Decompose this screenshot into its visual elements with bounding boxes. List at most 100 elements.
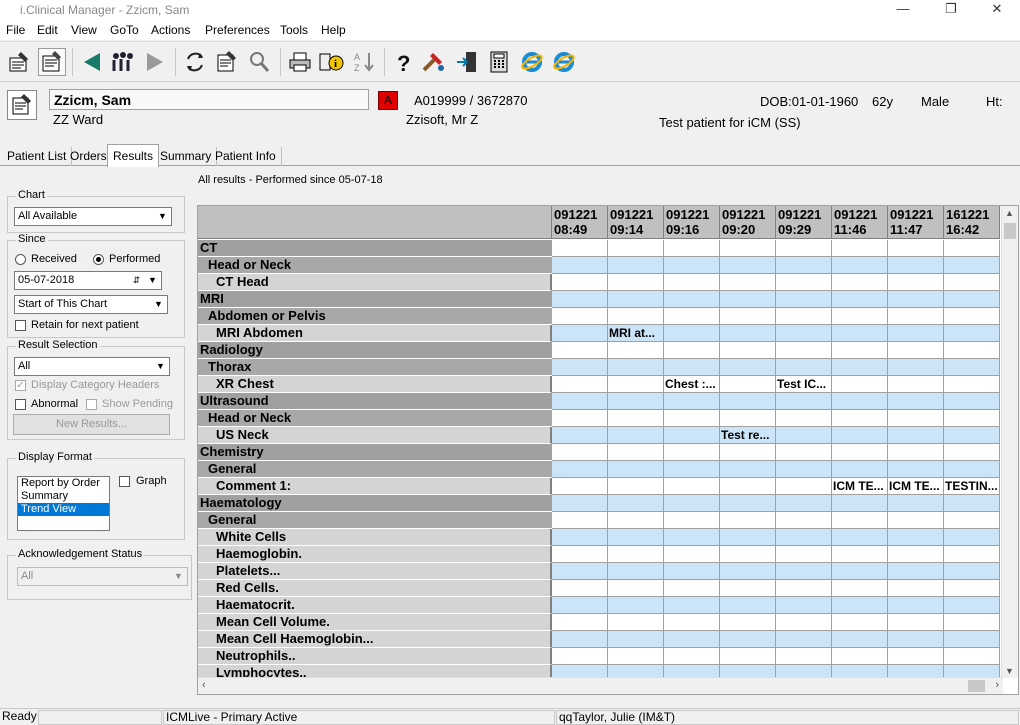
- result-cell[interactable]: [552, 410, 608, 427]
- result-cell[interactable]: [664, 529, 720, 546]
- result-cell[interactable]: [720, 257, 776, 274]
- result-cell[interactable]: [608, 291, 664, 308]
- result-cell[interactable]: [888, 342, 944, 359]
- result-cell[interactable]: Test re...: [720, 427, 776, 444]
- result-cell[interactable]: [608, 631, 664, 648]
- browser-icon[interactable]: [518, 48, 546, 76]
- result-cell[interactable]: [608, 393, 664, 410]
- result-cell[interactable]: [944, 580, 1000, 597]
- result-cell[interactable]: [664, 580, 720, 597]
- result-cell[interactable]: [776, 427, 832, 444]
- refresh-icon[interactable]: [181, 48, 209, 76]
- result-cell[interactable]: Test IC...: [776, 376, 832, 393]
- result-cell[interactable]: [608, 495, 664, 512]
- row-header[interactable]: Comment 1:: [198, 478, 552, 495]
- result-cell[interactable]: [888, 240, 944, 257]
- result-cell[interactable]: [832, 274, 888, 291]
- result-cell[interactable]: [944, 308, 1000, 325]
- result-cell[interactable]: [776, 359, 832, 376]
- menu-tools[interactable]: Tools: [280, 23, 308, 37]
- result-cell[interactable]: [944, 512, 1000, 529]
- scroll-right-icon[interactable]: ›: [995, 679, 999, 691]
- received-radio[interactable]: [15, 254, 26, 265]
- result-cell[interactable]: [608, 240, 664, 257]
- result-cell[interactable]: [888, 325, 944, 342]
- row-header[interactable]: Mean Cell Haemoglobin...: [198, 631, 552, 648]
- result-cell[interactable]: [888, 359, 944, 376]
- result-cell[interactable]: [552, 529, 608, 546]
- column-header[interactable]: 091221 11:47: [888, 206, 944, 239]
- result-cell[interactable]: [944, 427, 1000, 444]
- result-cell[interactable]: [552, 546, 608, 563]
- result-cell[interactable]: [608, 563, 664, 580]
- row-header[interactable]: Platelets...: [198, 563, 552, 580]
- result-cell[interactable]: [552, 580, 608, 597]
- result-cell[interactable]: [552, 512, 608, 529]
- row-header[interactable]: White Cells: [198, 529, 552, 546]
- minimize-button[interactable]: —: [880, 0, 926, 20]
- menu-help[interactable]: Help: [321, 23, 346, 37]
- result-cell[interactable]: [608, 512, 664, 529]
- group-icon[interactable]: [109, 48, 137, 76]
- result-cell[interactable]: [664, 393, 720, 410]
- row-header[interactable]: Neutrophils..: [198, 648, 552, 665]
- result-cell[interactable]: [832, 597, 888, 614]
- result-cell[interactable]: [552, 597, 608, 614]
- result-cell[interactable]: [608, 410, 664, 427]
- result-cell[interactable]: [608, 597, 664, 614]
- result-cell[interactable]: [944, 495, 1000, 512]
- alert-badge[interactable]: A: [378, 91, 398, 110]
- menu-actions[interactable]: Actions: [151, 23, 190, 37]
- chevron-down-icon[interactable]: ▼: [146, 274, 159, 287]
- result-cell[interactable]: [720, 631, 776, 648]
- result-cell[interactable]: [552, 376, 608, 393]
- result-cell[interactable]: [720, 512, 776, 529]
- row-header[interactable]: Head or Neck: [198, 410, 552, 427]
- patient-notes-icon[interactable]: [7, 90, 37, 120]
- result-cell[interactable]: [608, 648, 664, 665]
- row-header[interactable]: Haematology: [198, 495, 552, 512]
- result-cell[interactable]: [944, 648, 1000, 665]
- result-cell[interactable]: [720, 376, 776, 393]
- result-cell[interactable]: [832, 291, 888, 308]
- result-cell[interactable]: [776, 478, 832, 495]
- row-header[interactable]: MRI: [198, 291, 552, 308]
- result-cell[interactable]: [664, 359, 720, 376]
- restore-button[interactable]: ❐: [928, 0, 974, 20]
- result-cell[interactable]: [944, 529, 1000, 546]
- result-cell[interactable]: [776, 563, 832, 580]
- result-cell[interactable]: [944, 240, 1000, 257]
- performed-radio[interactable]: [93, 254, 104, 265]
- result-cell[interactable]: [832, 393, 888, 410]
- menu-view[interactable]: View: [71, 23, 97, 37]
- result-cell[interactable]: [664, 563, 720, 580]
- result-cell[interactable]: Chest :...: [664, 376, 720, 393]
- since-select[interactable]: Start of This Chart ▼: [14, 295, 168, 314]
- column-header[interactable]: 091221 09:29: [776, 206, 832, 239]
- result-cell[interactable]: [832, 529, 888, 546]
- result-cell[interactable]: [832, 427, 888, 444]
- forward-arrow-icon[interactable]: [141, 48, 169, 76]
- exit-door-icon[interactable]: [453, 48, 481, 76]
- tab-results[interactable]: Results: [107, 144, 160, 167]
- search-icon[interactable]: [245, 48, 273, 76]
- result-cell[interactable]: [832, 308, 888, 325]
- help-icon[interactable]: ?: [390, 48, 418, 76]
- result-cell[interactable]: [944, 631, 1000, 648]
- result-cell[interactable]: [608, 308, 664, 325]
- result-cell[interactable]: [776, 631, 832, 648]
- result-cell[interactable]: [608, 427, 664, 444]
- result-cell[interactable]: [664, 614, 720, 631]
- back-arrow-icon[interactable]: [78, 48, 106, 76]
- result-cell[interactable]: [720, 597, 776, 614]
- result-selection-select[interactable]: All ▼: [14, 357, 170, 376]
- result-cell[interactable]: [832, 359, 888, 376]
- result-cell[interactable]: [888, 580, 944, 597]
- result-cell[interactable]: [720, 393, 776, 410]
- result-cell[interactable]: [888, 529, 944, 546]
- result-cell[interactable]: [888, 614, 944, 631]
- result-cell[interactable]: [776, 529, 832, 546]
- result-cell[interactable]: [552, 444, 608, 461]
- result-cell[interactable]: [832, 444, 888, 461]
- tab-orders[interactable]: Orders: [65, 147, 113, 166]
